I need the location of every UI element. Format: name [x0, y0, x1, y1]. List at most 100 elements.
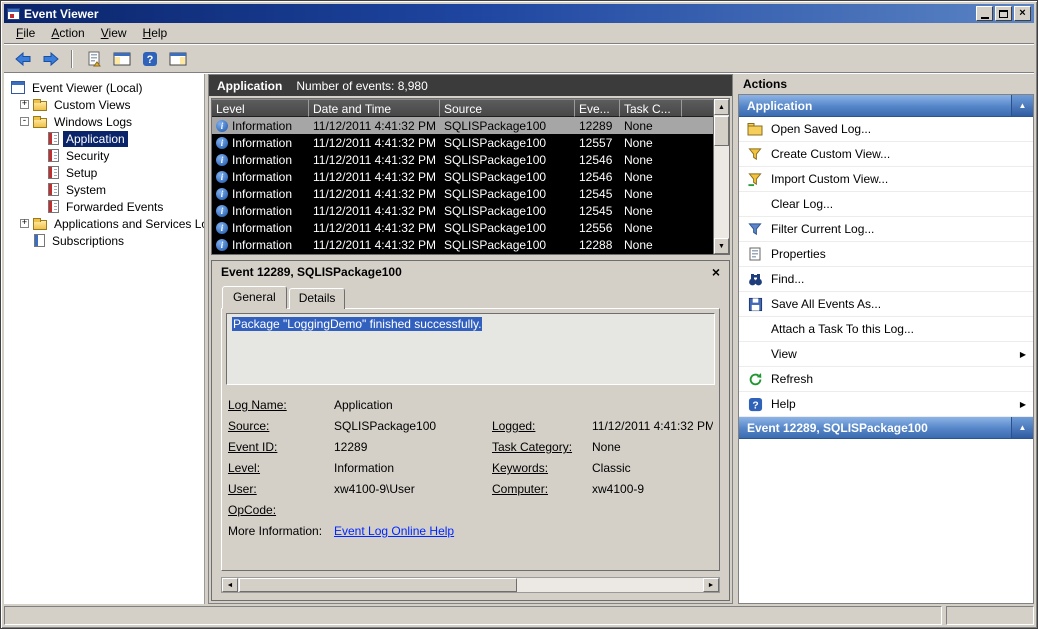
collapse-section-icon[interactable]: ▲ [1011, 95, 1033, 116]
action-pane-button[interactable] [165, 47, 190, 70]
scrollbar-track[interactable] [714, 146, 729, 238]
action-attach-task[interactable]: Attach a Task To this Log... [739, 317, 1033, 342]
event-row[interactable]: iInformation 11/12/2011 4:41:32 PM SQLIS… [212, 168, 713, 185]
import-view-icon [746, 171, 764, 187]
horizontal-scrollbar[interactable]: ◄ ► [221, 577, 720, 593]
column-header-task-category[interactable]: Task C... [620, 99, 682, 117]
cell-source: SQLISPackage100 [440, 119, 575, 133]
close-button[interactable]: × [1014, 6, 1031, 21]
save-icon [746, 296, 764, 312]
folder-icon [33, 220, 47, 230]
event-row[interactable]: iInformation 11/12/2011 4:41:32 PM SQLIS… [212, 117, 713, 134]
action-import-custom-view[interactable]: Import Custom View... [739, 167, 1033, 192]
event-row[interactable]: iInformation 11/12/2011 4:41:32 PM SQLIS… [212, 185, 713, 202]
menu-action[interactable]: Action [43, 23, 92, 43]
cell-event-id: 12545 [575, 204, 620, 218]
close-detail-icon[interactable]: × [712, 265, 720, 279]
tab-general[interactable]: General [222, 286, 287, 309]
scroll-up-icon[interactable]: ▲ [714, 99, 729, 115]
expand-icon[interactable]: + [20, 100, 29, 109]
event-log-icon [48, 200, 59, 213]
open-folder-icon [746, 121, 764, 137]
cell-date: 11/12/2011 4:41:32 PM [309, 221, 440, 235]
user-label: User: [228, 482, 334, 496]
export-list-button[interactable] [81, 47, 106, 70]
event-row[interactable]: iInformation 11/12/2011 4:41:32 PM SQLIS… [212, 202, 713, 219]
actions-pane-title: Actions [738, 74, 1034, 94]
cell-date: 11/12/2011 4:41:32 PM [309, 204, 440, 218]
scroll-right-icon[interactable]: ► [703, 578, 719, 592]
tree-item-applications-services-logs[interactable]: + Applications and Services Logs [4, 215, 204, 232]
tree-item-subscriptions[interactable]: Subscriptions [4, 232, 204, 249]
event-row[interactable]: iInformation 11/12/2011 4:41:32 PM SQLIS… [212, 219, 713, 236]
level-label: Level: [228, 461, 334, 475]
actions-section-application[interactable]: Application ▲ [739, 95, 1033, 117]
vertical-scrollbar[interactable]: ▲ ▼ [713, 99, 729, 254]
expand-icon[interactable]: + [20, 219, 29, 228]
cell-level: iInformation [212, 119, 309, 133]
tree-item-setup[interactable]: Setup [4, 164, 204, 181]
tree-item-security[interactable]: Security [4, 147, 204, 164]
console-tree-button[interactable] [109, 47, 134, 70]
actions-section-event[interactable]: Event 12289, SQLISPackage100 ▲ [739, 417, 1033, 439]
scrollbar-thumb[interactable] [714, 116, 729, 146]
source-label: Source: [228, 419, 334, 433]
column-header-level[interactable]: Level [212, 99, 309, 117]
tree-item-system[interactable]: System [4, 181, 204, 198]
menu-file[interactable]: File [8, 23, 43, 43]
event-row[interactable]: iInformation 11/12/2011 4:41:32 PM SQLIS… [212, 151, 713, 168]
back-button[interactable] [10, 47, 35, 70]
menu-help[interactable]: Help [135, 23, 176, 43]
minimize-button[interactable] [976, 6, 993, 21]
event-description-box[interactable]: Package "LoggingDemo" finished successfu… [226, 313, 715, 385]
scrollbar-thumb[interactable] [239, 578, 517, 592]
tree-label: Application [63, 131, 128, 147]
tree-item-windows-logs[interactable]: - Windows Logs [4, 113, 204, 130]
column-header-source[interactable]: Source [440, 99, 575, 117]
maximize-button[interactable] [995, 6, 1012, 21]
forward-button[interactable] [38, 47, 63, 70]
action-filter-current-log[interactable]: Filter Current Log... [739, 217, 1033, 242]
column-header-event-id[interactable]: Eve... [575, 99, 620, 117]
action-refresh[interactable]: Refresh [739, 367, 1033, 392]
column-header-date[interactable]: Date and Time [309, 99, 440, 117]
information-icon: i [216, 188, 228, 200]
cell-event-id: 12288 [575, 238, 620, 252]
information-icon: i [216, 205, 228, 217]
tree-item-application[interactable]: Application [4, 130, 204, 147]
keywords-value: Classic [592, 461, 713, 475]
event-id-value: 12289 [334, 440, 492, 454]
help-button[interactable]: ? [137, 47, 162, 70]
more-information-label: More Information: [228, 524, 334, 538]
collapse-section-icon[interactable]: ▲ [1011, 417, 1033, 438]
event-log-online-help-link[interactable]: Event Log Online Help [334, 524, 454, 538]
action-create-custom-view[interactable]: Create Custom View... [739, 142, 1033, 167]
tree-item-forwarded-events[interactable]: Forwarded Events [4, 198, 204, 215]
logged-label: Logged: [492, 419, 592, 433]
action-properties[interactable]: Properties [739, 242, 1033, 267]
column-header-filler [682, 99, 713, 117]
action-find[interactable]: Find... [739, 267, 1033, 292]
scroll-left-icon[interactable]: ◄ [222, 578, 238, 592]
properties-icon [746, 246, 764, 262]
event-row[interactable]: iInformation 11/12/2011 4:41:32 PM SQLIS… [212, 134, 713, 151]
menu-view[interactable]: View [93, 23, 135, 43]
collapse-icon[interactable]: - [20, 117, 29, 126]
action-view-submenu[interactable]: View ▶ [739, 342, 1033, 367]
event-row[interactable]: iInformation 11/12/2011 4:41:32 PM SQLIS… [212, 236, 713, 253]
event-description: Package "LoggingDemo" finished successfu… [232, 317, 482, 331]
action-save-all-events-as[interactable]: Save All Events As... [739, 292, 1033, 317]
tree-label: Windows Logs [51, 114, 135, 130]
tree-item-event-viewer-local[interactable]: Event Viewer (Local) [4, 79, 204, 96]
action-clear-log[interactable]: Clear Log... [739, 192, 1033, 217]
minimize-icon [981, 17, 989, 19]
find-binoculars-icon [746, 271, 764, 287]
scroll-down-icon[interactable]: ▼ [714, 238, 729, 254]
toolbar-separator [71, 50, 73, 68]
event-properties: Log Name: Application Source: SQLISPacka… [228, 398, 713, 538]
tab-details[interactable]: Details [289, 288, 346, 309]
action-help-submenu[interactable]: ? Help ▶ [739, 392, 1033, 417]
tree-item-custom-views[interactable]: + Custom Views [4, 96, 204, 113]
scrollbar-track[interactable] [517, 578, 703, 592]
action-open-saved-log[interactable]: Open Saved Log... [739, 117, 1033, 142]
